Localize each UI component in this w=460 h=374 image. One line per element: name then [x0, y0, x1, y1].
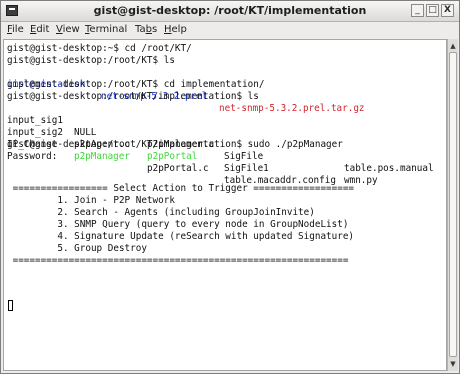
maximize-button[interactable]: □	[426, 4, 439, 17]
password-prompt: Password:	[7, 151, 58, 162]
terminal-line: gist@gist-desktop:/root/KT$ ls	[7, 55, 175, 66]
file-name: table.pos.manual	[344, 163, 434, 174]
menu-help[interactable]: Help	[164, 24, 187, 35]
terminal-line: gist@gist-desktop:/root/KT/implementatio…	[7, 139, 343, 150]
executable-name: p2pPortal	[147, 151, 198, 162]
scrollbar-thumb[interactable]	[449, 52, 457, 357]
menu-option: 1. Join - P2P Network	[7, 195, 175, 206]
terminal-line: gist@gist-desktop:/root/KT/implementatio…	[7, 91, 259, 102]
menu-option: 4. Signature Update (reSearch with updat…	[7, 231, 355, 242]
menu-file[interactable]: File	[7, 24, 24, 35]
menu-terminal[interactable]: Terminal	[85, 24, 127, 35]
file-name: NULL	[74, 127, 97, 138]
archive-net-snmp: net-snmp-5.3.2.prel.tar.gz	[219, 103, 365, 114]
menu-header: ================= Select Action to Trigg…	[7, 183, 355, 194]
minimize-button[interactable]: _	[411, 4, 424, 17]
menu-option: 5. Group Destroy	[7, 243, 147, 254]
menu-bar: File Edit View Terminal Tabs Help	[1, 22, 459, 38]
title-bar[interactable]: gist@gist-desktop: /root/KT/implementati…	[1, 1, 459, 22]
terminal-line: gist@gist-desktop:~$ cd /root/KT/	[7, 43, 192, 54]
menu-footer: ========================================…	[7, 255, 349, 266]
window-title: gist@gist-desktop: /root/KT/implementati…	[93, 4, 367, 17]
terminal-output[interactable]: gist@gist-desktop:~$ cd /root/KT/ gist@g…	[3, 39, 447, 371]
terminal-window: gist@gist-desktop: /root/KT/implementati…	[0, 0, 460, 374]
scroll-down-arrow-icon[interactable]: ▼	[448, 359, 458, 369]
close-button[interactable]: X	[441, 4, 454, 17]
terminal-line: gist@gist-desktop:/root/KT$ cd implement…	[7, 79, 265, 90]
menu-tabs[interactable]: Tabs	[135, 24, 157, 35]
menu-edit[interactable]: Edit	[30, 24, 49, 35]
vertical-scrollbar[interactable]: ▲ ▼	[447, 39, 458, 371]
menu-view[interactable]: View	[56, 24, 80, 35]
file-name: SigFile	[224, 151, 264, 162]
text-cursor	[8, 300, 13, 311]
menu-option: 2. Search - Agents (including GroupJoinI…	[7, 207, 315, 218]
executable-name: p2pManager	[74, 151, 130, 162]
menu-option: 3. SNMP Query (query to every node in Gr…	[7, 219, 349, 230]
file-name: p2pPortal.c	[147, 163, 209, 174]
file-name: SigFile1	[224, 163, 269, 174]
scroll-up-arrow-icon[interactable]: ▲	[448, 41, 458, 51]
